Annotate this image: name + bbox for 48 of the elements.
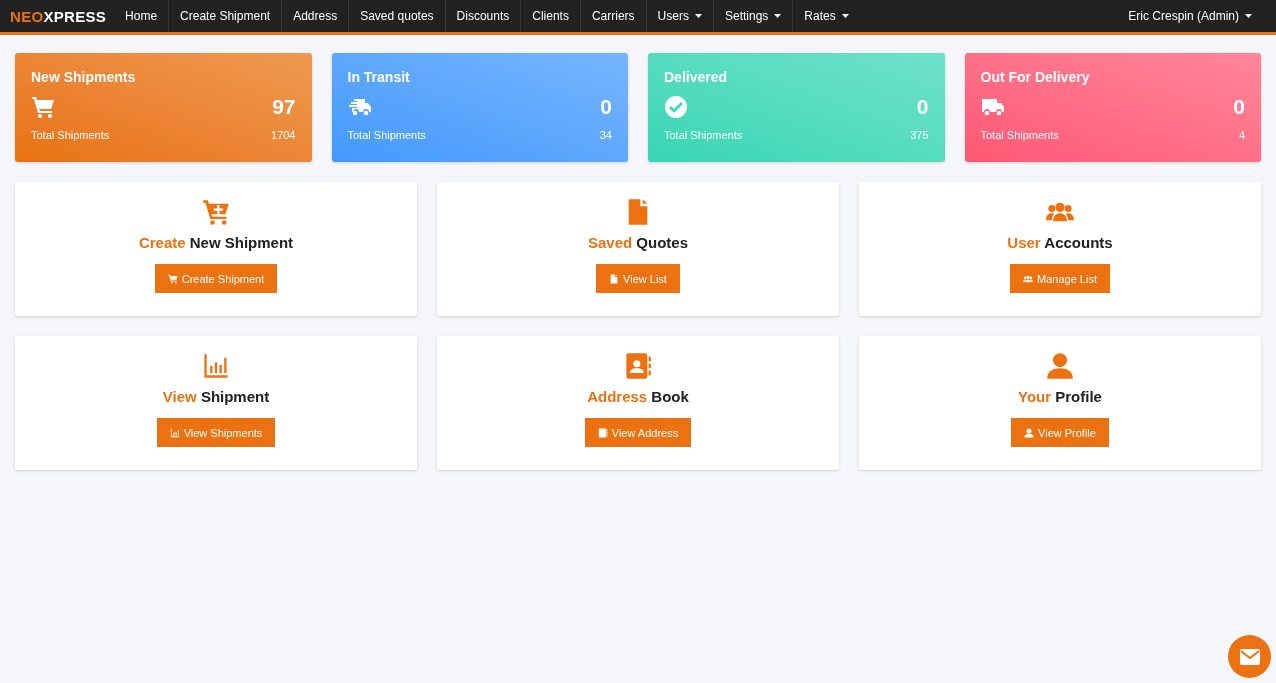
nav-link[interactable]: Discounts (444, 0, 521, 32)
action-title: Create New Shipment (138, 234, 294, 251)
nav-link[interactable]: Carriers (579, 0, 646, 32)
nav-link[interactable]: Home (114, 0, 169, 32)
action-title: User Accounts (1007, 234, 1113, 251)
cart-icon (31, 95, 55, 119)
nav-link[interactable]: Users (645, 0, 713, 32)
action-title: Saved Quotes (587, 234, 689, 251)
envelope-icon (1239, 648, 1260, 665)
stat-title: In Transit (347, 69, 411, 85)
bar-chart-icon (169, 427, 180, 438)
bar-chart-icon (202, 352, 230, 380)
stat-total: 34 (599, 129, 612, 141)
stat-value: 0 (600, 95, 612, 119)
cart-plus-icon (202, 198, 230, 226)
address-book-icon (624, 352, 652, 380)
document-icon (609, 273, 620, 284)
brand-logo[interactable]: NEOXPRESS (0, 0, 115, 32)
stat-caption: Total Shipments (980, 129, 1059, 141)
check-circle-icon (664, 95, 688, 119)
stat-value: 97 (272, 95, 296, 119)
stat-caption: Total Shipments (347, 129, 426, 141)
user-icon (1046, 352, 1074, 380)
stat-title: New Shipments (31, 69, 137, 85)
action-title: View Shipment (162, 388, 270, 405)
action-title: Your Profile (1018, 388, 1102, 405)
stat-caption: Total Shipments (31, 129, 110, 141)
chat-button[interactable] (1228, 635, 1271, 678)
nav-link[interactable]: Clients (520, 0, 580, 32)
stat-title: Delivered (664, 69, 729, 85)
user-menu[interactable]: Eric Crespin (Admin) (1117, 0, 1276, 32)
nav-link[interactable]: Saved quotes (348, 0, 445, 32)
user-icon (1024, 427, 1035, 438)
action-title: Address Book (587, 388, 689, 405)
nav-link[interactable]: Address (281, 0, 349, 32)
stat-caption: Total Shipments (664, 129, 743, 141)
stat-total: 1704 (271, 129, 296, 141)
stat-total: 4 (1238, 129, 1245, 141)
users-icon (1023, 273, 1034, 284)
nav-link[interactable]: Settings (712, 0, 793, 32)
stat-value: 0 (916, 95, 929, 119)
stat-title: Out For Delivery (980, 69, 1091, 85)
cart-plus-icon (167, 273, 178, 284)
stat-total: 375 (910, 129, 929, 141)
address-book-icon (597, 427, 608, 438)
stat-value: 0 (1233, 95, 1245, 119)
nav-link[interactable]: Rates (792, 0, 860, 32)
nav-link[interactable]: Create Shipment (168, 0, 282, 32)
